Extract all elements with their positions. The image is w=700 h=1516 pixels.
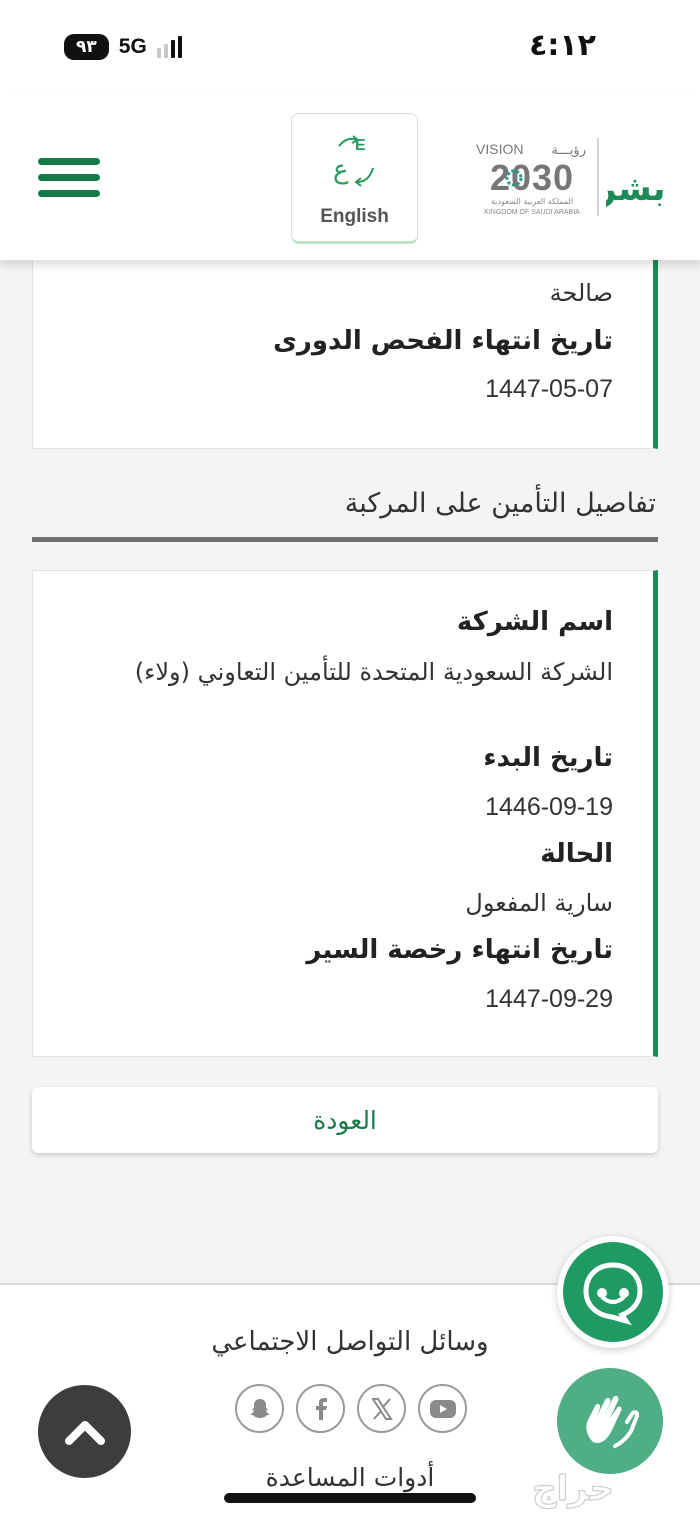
insurance-section-title: تفاصيل التأمين على المركبة — [344, 488, 656, 519]
help-tools-title: أدوات المساعدة — [265, 1463, 435, 1492]
x-icon[interactable] — [357, 1384, 406, 1433]
vision-ar-text: رؤيـــة — [551, 143, 586, 158]
insurance-status-value: سارية المفعول — [465, 889, 613, 917]
status-left: ٩٣ 5G — [64, 34, 182, 60]
back-button[interactable]: العودة — [32, 1087, 658, 1153]
insurance-status-label: الحالة — [540, 839, 613, 869]
snapchat-icon[interactable] — [235, 1384, 284, 1433]
battery-indicator: ٩٣ — [64, 34, 109, 60]
hamburger-menu-icon[interactable] — [38, 158, 100, 198]
language-switch-icon: E ع — [333, 135, 374, 187]
vision-country-ar: المملكة العربية السعودية — [491, 197, 573, 206]
start-date-value: 1446-09-19 — [485, 793, 613, 821]
scroll-to-top-button[interactable] — [38, 1385, 131, 1478]
logo-divider — [597, 138, 599, 216]
language-toggle-button[interactable]: E ع English — [291, 113, 418, 244]
facebook-icon[interactable] — [296, 1384, 345, 1433]
sign-language-button[interactable] — [557, 1368, 663, 1474]
inspection-card: صالحة تاريخ انتهاء الفحص الدورى 1447-05-… — [32, 230, 658, 449]
license-expiry-value: 1447-09-29 — [485, 985, 613, 1013]
clock: ٤:١٢ — [529, 28, 596, 63]
home-indicator — [224, 1493, 476, 1503]
start-date-label: تاريخ البدء — [483, 743, 613, 773]
svg-text:ع: ع — [333, 155, 349, 185]
haraj-watermark-text: حراج — [532, 1469, 614, 1509]
section-divider — [32, 537, 658, 542]
vision-2030-logo: رؤيـــة VISION 2030 المملكة العربية السع… — [476, 141, 586, 216]
inspection-expiry-value: 1447-05-07 — [485, 375, 613, 403]
social-media-title: وسائل التواصل الاجتماعي — [211, 1327, 489, 1357]
youtube-icon[interactable] — [418, 1384, 467, 1433]
vision-word: VISION — [476, 141, 523, 157]
company-label: اسم الشركة — [456, 607, 613, 637]
chevron-up-icon — [64, 1420, 105, 1445]
company-value: الشركة السعودية المتحدة للتأمين التعاوني… — [134, 658, 613, 686]
license-expiry-label: تاريخ انتهاء رخصة السير — [306, 935, 613, 965]
absher-logo-text: أبشر — [606, 166, 668, 209]
network-type: 5G — [118, 35, 147, 58]
chatbot-icon — [583, 1262, 643, 1326]
vision-year: 2030 — [490, 157, 574, 198]
status-bar: ٩٣ 5G ٤:١٢ — [0, 0, 700, 96]
language-toggle-label: English — [320, 206, 389, 227]
insurance-card: اسم الشركة الشركة السعودية المتحدة للتأم… — [32, 570, 658, 1057]
sign-language-icon — [586, 1395, 640, 1448]
signal-icon — [156, 36, 182, 58]
vision-country-en: KINGDOM OF SAUDI ARABIA — [484, 209, 580, 216]
app-header: E ع English رؤيـــة VISION 2030 المملكة … — [0, 96, 700, 260]
haraj-watermark: حراج — [531, 1468, 614, 1509]
inspection-expiry-label: تاريخ انتهاء الفحص الدورى — [273, 326, 613, 356]
absher-logo: أبشر — [606, 166, 668, 209]
inspection-status-value: صالحة — [549, 279, 613, 307]
social-icons-row — [235, 1384, 467, 1433]
chat-assistant-button[interactable] — [557, 1236, 669, 1348]
